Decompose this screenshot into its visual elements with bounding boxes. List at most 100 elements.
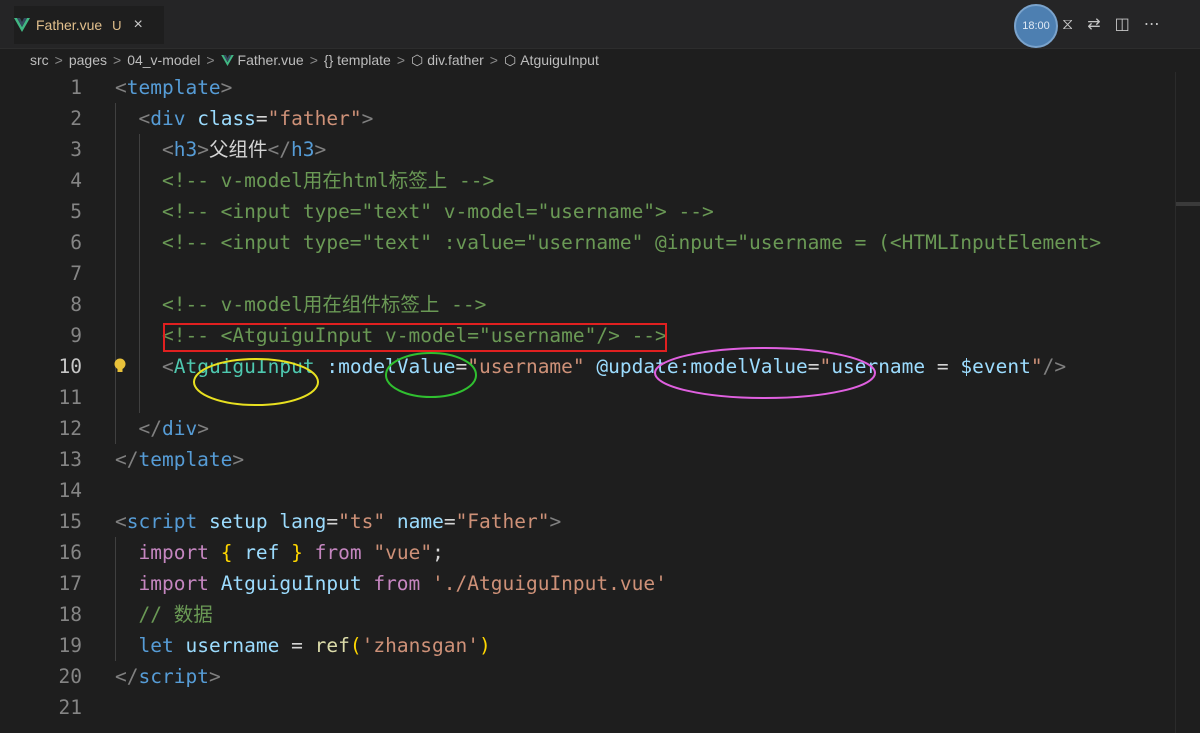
code-token: name (396, 510, 444, 533)
scrollbar[interactable] (1175, 72, 1200, 733)
code-token: username (831, 355, 926, 378)
code-line[interactable]: 12 </div> (0, 413, 1200, 444)
split-editor-icon[interactable]: ◫ (1115, 14, 1130, 34)
breadcrumb-component[interactable]: AtguiguInput (520, 52, 599, 68)
code-line[interactable]: 20 </script> (0, 661, 1200, 692)
code-line[interactable]: 3 <h3>父组件</h3> (0, 134, 1200, 165)
code-text: <script setup lang="ts" name="Father"> (115, 506, 561, 537)
code-token: script (138, 665, 209, 688)
code-token: > (208, 665, 221, 688)
code-token: username (185, 634, 280, 657)
code-line[interactable]: 14 (0, 475, 1200, 506)
code-token: = (443, 510, 456, 533)
code-token: import (138, 572, 209, 595)
code-line[interactable]: 13 </template> (0, 444, 1200, 475)
timeline-icon[interactable]: ⧖ (1062, 14, 1073, 34)
close-icon[interactable]: × (134, 16, 143, 34)
line-number: 12 (58, 417, 82, 440)
code-line[interactable]: 5 <!-- <input type="text" v-model="usern… (0, 196, 1200, 227)
line-number: 1 (70, 76, 82, 99)
code-line[interactable]: 15 <script setup lang="ts" name="Father"> (0, 506, 1200, 537)
breadcrumb-folder[interactable]: 04_v-model (127, 52, 200, 68)
source-control-icon[interactable]: ⇄ (1087, 14, 1100, 34)
code-token: = (255, 107, 268, 130)
line-number: 15 (58, 510, 82, 533)
code-line[interactable]: 16 import { ref } from "vue"; (0, 537, 1200, 568)
code-text: <AtguiguInput :modelValue="username" @up… (115, 351, 1066, 382)
code-line[interactable]: 1 <template> (0, 72, 1200, 103)
code-token: template (138, 448, 233, 471)
code-token: h3 (173, 138, 198, 161)
more-actions-icon[interactable]: ⋯ (1144, 14, 1160, 34)
scrollbar-thumb[interactable] (1176, 202, 1200, 206)
line-number: 16 (58, 541, 82, 564)
code-text: import AtguiguInput from './AtguiguInput… (115, 568, 666, 599)
chevron-right-icon: > (396, 52, 406, 68)
code-line[interactable]: 17 import AtguiguInput from './AtguiguIn… (0, 568, 1200, 599)
editor-actions: ⧖ ⇄ ◫ ⋯ (1062, 14, 1160, 34)
line-number: 5 (70, 200, 82, 223)
code-token: setup (208, 510, 268, 533)
code-line[interactable]: 8 <!-- v-model用在组件标签上 --> (0, 289, 1200, 320)
code-token: template (126, 76, 221, 99)
breadcrumb-file[interactable]: Father.vue (238, 52, 304, 68)
code-editor[interactable]: 1 <template> 2 <div class="father"> 3 <h3>父… (0, 72, 1200, 733)
code-token: <!-- <input type="text" :value="username… (161, 231, 1102, 254)
code-token: < (138, 107, 151, 130)
code-text: <!-- <input type="text" :value="username… (115, 227, 1101, 258)
code-token: < (161, 355, 174, 378)
code-token: <!-- <AtguiguInput v-model="username"/> … (161, 324, 667, 347)
code-token: = (326, 510, 339, 533)
code-token: AtguiguInput (220, 572, 362, 595)
breadcrumb-template[interactable]: {} template (324, 52, 391, 68)
code-token: " (819, 355, 832, 378)
vue-file-icon (220, 54, 234, 66)
code-token: = (807, 355, 820, 378)
line-number: 21 (58, 696, 82, 719)
breadcrumb-src[interactable]: src (30, 52, 49, 68)
code-line[interactable]: 18 // 数据 (0, 599, 1200, 630)
code-text: <!-- v-model用在组件标签上 --> (115, 289, 486, 320)
code-token: <!-- v-model用在组件标签上 --> (161, 293, 487, 316)
line-number: 6 (70, 231, 82, 254)
code-token: ; (432, 541, 444, 564)
code-token: "Father" (455, 510, 550, 533)
code-text: <!-- <input type="text" v-model="usernam… (115, 196, 714, 227)
code-line[interactable]: 7 (0, 258, 1200, 289)
code-token: > (232, 448, 245, 471)
code-line[interactable]: 19 let username = ref('zhansgan') (0, 630, 1200, 661)
code-text: <!-- v-model用在html标签上 --> (115, 165, 494, 196)
line-number: 17 (58, 572, 82, 595)
code-token: { (220, 541, 233, 564)
code-line[interactable]: 6 <!-- <input type="text" :value="userna… (0, 227, 1200, 258)
breadcrumb-pages[interactable]: pages (69, 52, 107, 68)
breadcrumb-div[interactable]: div.father (427, 52, 484, 68)
code-line[interactable]: 10 <AtguiguInput :modelValue="username" … (0, 351, 1200, 382)
code-line[interactable]: 21 (0, 692, 1200, 723)
tab-father-vue[interactable]: Father.vue U × (14, 6, 164, 44)
chevron-right-icon: > (206, 52, 215, 68)
breadcrumb: src > pages > 04_v-model > Father.vue > … (0, 48, 1200, 72)
code-line[interactable]: 2 <div class="father"> (0, 103, 1200, 134)
code-line[interactable]: 11 (0, 382, 1200, 413)
code-line[interactable]: 9 <!-- <AtguiguInput v-model="username"/… (0, 320, 1200, 351)
code-token: ( (349, 634, 362, 657)
code-token: h3 (290, 138, 315, 161)
code-line[interactable]: 4 <!-- v-model用在html标签上 --> (0, 165, 1200, 196)
line-number: 4 (70, 169, 82, 192)
chevron-right-icon: > (113, 52, 122, 68)
timer-badge: 18:00 (1014, 4, 1058, 48)
code-token: = (279, 634, 315, 657)
cube-icon: ⬡ (503, 51, 517, 68)
